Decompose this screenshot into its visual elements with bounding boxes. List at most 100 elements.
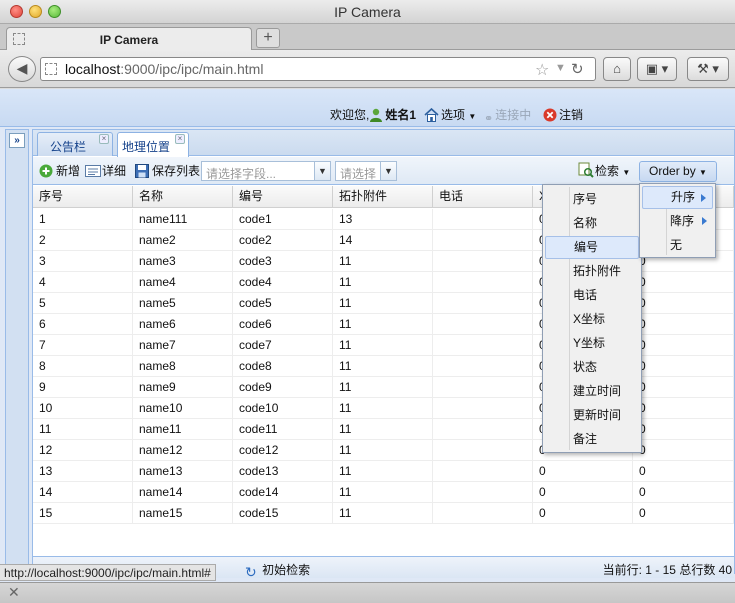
column-header[interactable]: 序号	[33, 186, 133, 208]
table-cell	[433, 272, 533, 293]
save-columns-button[interactable]: 保存列表	[135, 162, 200, 180]
back-button[interactable]: ◀	[8, 56, 36, 82]
value-select[interactable]: 请选择 ▼	[335, 161, 397, 181]
field-menu-item[interactable]: 备注	[545, 428, 639, 451]
tab-bulletin[interactable]: 公告栏 ×	[37, 132, 113, 156]
address-bar[interactable]: localhost:9000/ipc/ipc/main.html ☆ ▼ ↻	[40, 57, 596, 81]
connection-label: 连接中	[495, 108, 532, 122]
submenu-arrow-icon	[701, 194, 706, 202]
wrench-icon: ⚒ ▾	[697, 61, 719, 76]
field-select-placeholder: 请选择字段...	[206, 167, 277, 181]
chevron-down-icon: ▼	[622, 168, 631, 177]
field-menu-item[interactable]: 拓扑附件	[545, 260, 639, 283]
bookmark-star-icon[interactable]: ☆	[535, 60, 549, 80]
browser-tab-title: IP Camera	[99, 33, 159, 47]
table-cell: code13	[233, 461, 333, 482]
expand-panel-button[interactable]: »	[9, 133, 25, 148]
table-cell	[433, 314, 533, 335]
table-cell	[433, 251, 533, 272]
order-by-button[interactable]: Order by ▼	[639, 161, 717, 182]
table-cell: name15	[133, 503, 233, 524]
field-select[interactable]: 请选择字段... ▼	[201, 161, 331, 181]
order-menu-item[interactable]: 升序	[642, 186, 713, 209]
options-menu[interactable]: 选项 ▼	[424, 106, 476, 125]
search-button[interactable]: 检索 ▼	[578, 162, 630, 180]
order-menu-item-label: 降序	[670, 214, 695, 228]
table-cell: name2	[133, 230, 233, 251]
field-menu-item[interactable]: 电话	[545, 284, 639, 307]
table-cell: code3	[233, 251, 333, 272]
order-menu-item[interactable]: 降序	[642, 210, 713, 233]
username: 姓名1	[385, 108, 417, 122]
table-cell: 11	[333, 251, 433, 272]
tools-button[interactable]: ⚒ ▾	[687, 57, 729, 81]
reset-search-button[interactable]: ↻ 初始检索	[245, 561, 310, 581]
chevron-down-icon[interactable]: ▼	[380, 162, 396, 180]
table-row[interactable]: 13 name13 code13 11 0 0	[33, 461, 734, 482]
table-cell: 0	[533, 503, 633, 524]
table-cell: 0	[633, 293, 734, 314]
table-cell: 11	[333, 272, 433, 293]
field-menu-item[interactable]: Y坐标	[545, 332, 639, 355]
home-icon	[424, 107, 439, 125]
close-tab-icon[interactable]: ×	[175, 134, 185, 144]
field-menu-item[interactable]: 更新时间	[545, 404, 639, 427]
field-menu-item[interactable]: 序号	[545, 188, 639, 211]
table-cell: name9	[133, 377, 233, 398]
home-button[interactable]: ⌂	[603, 57, 631, 81]
table-cell: 11	[333, 293, 433, 314]
field-menu-item[interactable]: 状态	[545, 356, 639, 379]
table-cell: code15	[233, 503, 333, 524]
table-cell: code4	[233, 272, 333, 293]
order-by-label: Order by	[649, 164, 696, 178]
table-cell: 0	[633, 440, 734, 461]
url-dropdown-icon[interactable]: ▼	[555, 62, 566, 74]
connection-status: ⚭ 连接中	[484, 106, 531, 125]
table-cell: 11	[333, 503, 433, 524]
column-header[interactable]: 名称	[133, 186, 233, 208]
table-row[interactable]: 15 name15 code15 11 0 0	[33, 503, 734, 524]
url-text: localhost:9000/ipc/ipc/main.html	[65, 61, 263, 77]
table-cell: 11	[33, 419, 133, 440]
field-menu-item[interactable]: X坐标	[545, 308, 639, 331]
table-cell: 11	[333, 398, 433, 419]
close-tab-icon[interactable]: ×	[99, 134, 109, 144]
save-icon	[135, 164, 149, 178]
table-cell: 6	[33, 314, 133, 335]
tab-location[interactable]: 地理位置 ×	[117, 132, 189, 157]
chevron-down-icon[interactable]: ▼	[314, 162, 330, 180]
table-cell: 3	[33, 251, 133, 272]
table-cell: 5	[33, 293, 133, 314]
table-row[interactable]: 14 name14 code14 11 0 0	[33, 482, 734, 503]
column-header[interactable]: 编号	[233, 186, 333, 208]
order-menu-item[interactable]: 无	[642, 234, 713, 257]
browser-bottom-bar: ✕	[0, 582, 735, 603]
url-host: localhost	[65, 61, 121, 77]
add-button[interactable]: 新增	[39, 162, 80, 180]
column-header[interactable]: 拓扑附件	[333, 186, 433, 208]
browser-tabstrip: IP Camera +	[0, 24, 735, 51]
table-cell	[433, 440, 533, 461]
reload-icon[interactable]: ↻	[571, 60, 584, 78]
close-icon[interactable]: ✕	[8, 584, 20, 601]
search-icon	[578, 162, 594, 178]
new-tab-button[interactable]: +	[256, 28, 280, 48]
field-menu-item[interactable]: 编号	[545, 236, 639, 259]
bookmarks-button[interactable]: ▣ ▾	[637, 57, 677, 81]
search-label: 检索	[595, 164, 620, 178]
logout-button[interactable]: 注销	[543, 106, 583, 125]
table-cell	[433, 335, 533, 356]
detail-icon	[85, 164, 101, 178]
table-cell: 0	[633, 356, 734, 377]
pager-display-info: 当前行: 1 - 15 总行数 40	[602, 563, 732, 577]
url-path: :9000/ipc/ipc/main.html	[120, 61, 264, 77]
detail-button[interactable]: 详细	[85, 162, 126, 180]
table-cell: code9	[233, 377, 333, 398]
field-menu-item[interactable]: 名称	[545, 212, 639, 235]
app-header: 欢迎您, 姓名1 选项 ▼ ⚭ 连接中 注销	[0, 89, 735, 127]
add-label: 新增	[56, 164, 81, 178]
browser-tab[interactable]: IP Camera	[6, 27, 252, 51]
field-menu-item[interactable]: 建立时间	[545, 380, 639, 403]
column-header[interactable]: 电话	[433, 186, 533, 208]
table-cell: 0	[633, 419, 734, 440]
